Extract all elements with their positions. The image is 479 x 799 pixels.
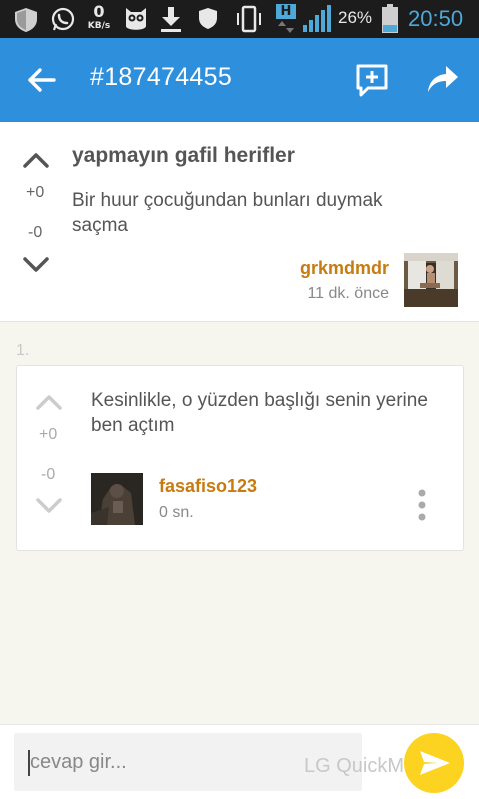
topic-heading: yapmayın gafil herifler <box>72 144 295 167</box>
downvote-count: -0 <box>41 466 56 483</box>
downvote-chevron-icon[interactable] <box>35 496 63 516</box>
upvote-chevron-icon[interactable] <box>35 392 63 412</box>
app-bar: #187474455 <box>0 38 479 122</box>
battery-percentage: 26% <box>338 8 373 27</box>
topic-entry: +0 -0 yapmayın gafil herifler Bir huur ç… <box>0 122 479 322</box>
send-icon <box>420 751 450 775</box>
topic-author[interactable]: grkmdmdr <box>300 258 389 279</box>
topic-time: 11 dk. önce <box>307 285 389 302</box>
signal-icon <box>303 5 331 32</box>
reply-author-avatar[interactable] <box>91 473 143 525</box>
download-icon <box>161 7 181 32</box>
reply-index: 1. <box>16 342 30 359</box>
vibrate-icon <box>237 5 261 33</box>
more-options-icon[interactable] <box>415 488 429 522</box>
upvote-count: +0 <box>26 184 45 201</box>
data-speed: 0 KB/s <box>86 3 112 32</box>
topic-body: Bir huur çocuğundan bunları duymak saçma <box>72 190 383 236</box>
downvote-count: -0 <box>28 224 43 241</box>
topic-author-avatar[interactable] <box>404 253 458 307</box>
battery-icon <box>382 4 398 33</box>
network-type-badge: H <box>276 4 296 34</box>
data-speed-value: 0 <box>93 2 105 21</box>
text-caret <box>28 750 30 776</box>
send-button[interactable] <box>404 733 464 793</box>
reply-card: +0 -0 Kesinlikle, o yüzden başlığı senin… <box>16 365 464 551</box>
back-arrow-icon[interactable] <box>24 62 60 98</box>
clock: 20:50 <box>408 6 464 31</box>
upvote-count: +0 <box>39 426 58 443</box>
share-icon[interactable] <box>426 64 460 96</box>
upvote-chevron-icon[interactable] <box>22 150 50 170</box>
data-speed-unit: KB/s <box>87 21 111 31</box>
owl-icon <box>126 8 146 30</box>
add-comment-icon[interactable] <box>354 62 390 98</box>
reply-body: Kesinlikle, o yüzden başlığı senin yerin… <box>91 390 428 436</box>
network-type-label: H <box>276 4 296 19</box>
downvote-chevron-icon[interactable] <box>22 255 50 275</box>
reply-time: 0 sn. <box>159 504 194 521</box>
page-title: #187474455 <box>90 63 233 91</box>
shield-small-icon <box>199 8 217 29</box>
status-bar: 0 KB/s H 26% 20:50 <box>0 0 479 38</box>
shield-icon <box>15 8 37 32</box>
data-arrows-icon <box>278 21 294 33</box>
reply-author[interactable]: fasafiso123 <box>159 476 257 497</box>
whatsapp-icon <box>51 7 75 31</box>
reply-composer: LG QuickMemo <box>0 724 479 799</box>
